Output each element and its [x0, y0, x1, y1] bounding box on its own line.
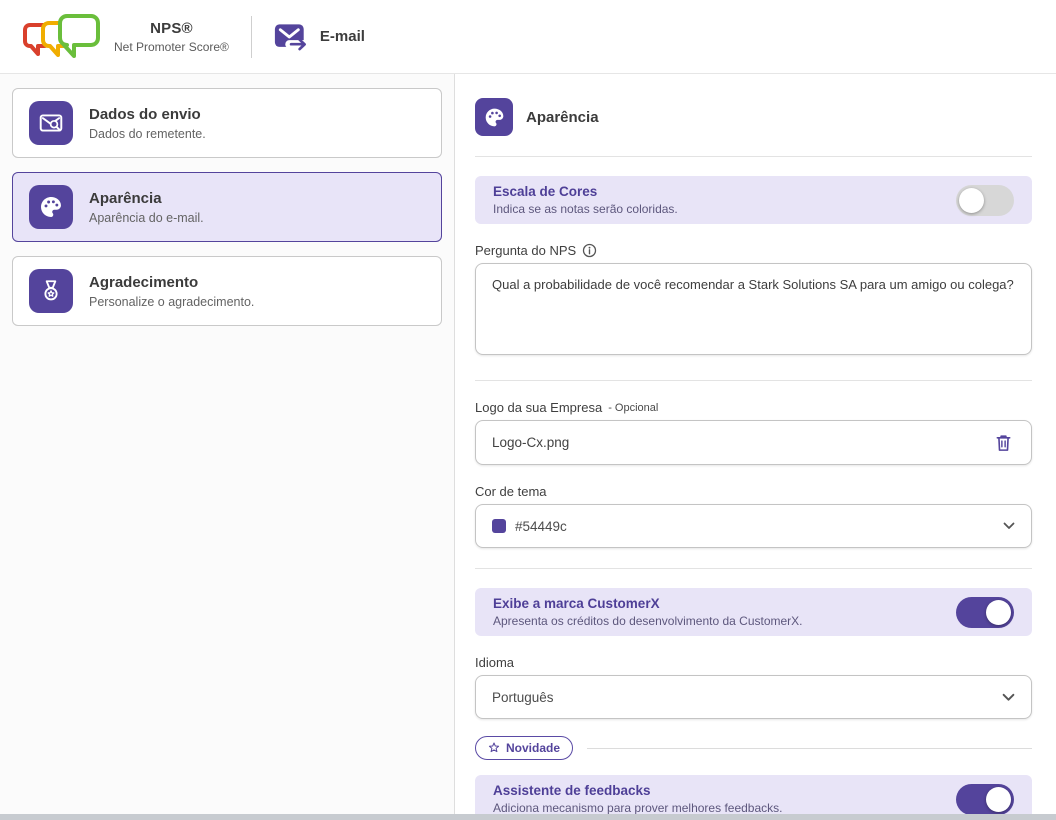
sidebar-item-subtitle: Aparência do e-mail. — [89, 210, 204, 225]
language-value: Português — [492, 689, 554, 705]
company-logo-label: Logo da sua Empresa — [475, 400, 603, 415]
novelty-badge-label: Novidade — [506, 741, 561, 755]
novelty-row: Novidade — [475, 736, 1032, 760]
nps-question-input[interactable]: Qual a probabilidade de você recomendar … — [475, 263, 1032, 355]
theme-color-label: Cor de tema — [475, 484, 547, 499]
assistant-title: Assistente de feedbacks — [493, 783, 651, 798]
badge-divider-line — [587, 747, 1032, 749]
page-title: Aparência — [526, 108, 599, 126]
color-scale-title: Escala de Cores — [493, 184, 598, 199]
language-select[interactable]: Português — [475, 675, 1032, 719]
section-divider — [475, 156, 1032, 157]
sidebar: Dados do envio Dados do remetente. Aparê… — [0, 74, 455, 820]
sidebar-item-title: Aparência — [89, 189, 162, 207]
company-logo-label-row: Logo da sua Empresa - Opcional — [475, 400, 1032, 415]
nps-question-label: Pergunta do NPS — [475, 243, 577, 258]
star-icon — [488, 742, 500, 753]
theme-color-value: #54449c — [515, 518, 567, 534]
chevron-down-icon — [1002, 693, 1015, 701]
color-scale-row: Escala de Cores Indica se as notas serão… — [475, 176, 1032, 224]
delete-logo-button[interactable] — [990, 429, 1017, 457]
send-mail-icon — [274, 23, 310, 50]
sidebar-item-subtitle: Personalize o agradecimento. — [89, 294, 255, 309]
mail-search-icon — [29, 101, 73, 145]
toggle-knob — [959, 187, 984, 213]
sidebar-item-title: Agradecimento — [89, 273, 199, 291]
trash-icon — [996, 434, 1011, 451]
sidebar-item-subtitle: Dados do remetente. — [89, 126, 206, 141]
chevron-down-icon — [1003, 522, 1015, 529]
app-logo-chat-bubbles-icon — [23, 13, 100, 58]
theme-color-swatch — [492, 519, 506, 533]
toggle-knob — [986, 599, 1011, 625]
horizontal-scrollbar[interactable] — [0, 814, 1056, 820]
header-divider — [250, 15, 252, 58]
theme-color-select[interactable]: #54449c — [475, 504, 1032, 548]
toggle-knob — [986, 786, 1011, 812]
info-icon[interactable] — [582, 243, 597, 258]
brand-row: Exibe a marca CustomerX Apresenta os cré… — [475, 588, 1032, 636]
company-logo-filename: Logo-Cx.png — [492, 435, 570, 450]
channel-email[interactable]: E-mail — [274, 21, 365, 53]
nps-title: NPS® — [150, 19, 193, 37]
brand-subtitle: Apresenta os créditos do desenvolvimento… — [493, 614, 803, 628]
company-logo-field[interactable]: Logo-Cx.png — [475, 420, 1032, 465]
palette-icon — [29, 185, 73, 229]
nps-question-label-row: Pergunta do NPS — [475, 243, 1032, 258]
medal-icon — [29, 269, 73, 313]
assistant-toggle[interactable] — [956, 783, 1014, 815]
color-scale-subtitle: Indica se as notas serão coloridas. — [493, 202, 678, 216]
channel-label: E-mail — [319, 28, 365, 45]
theme-color-label-row: Cor de tema — [475, 484, 1032, 499]
novelty-badge: Novidade — [475, 736, 574, 760]
section-divider — [475, 380, 1032, 381]
main-layout: Dados do envio Dados do remetente. Aparê… — [0, 74, 1056, 820]
language-label: Idioma — [475, 655, 515, 670]
brand-title: Exibe a marca CustomerX — [493, 596, 660, 611]
language-label-row: Idioma — [475, 655, 1032, 670]
assistant-subtitle: Adiciona mecanismo para prover melhores … — [493, 801, 783, 815]
sidebar-item-agradecimento[interactable]: Agradecimento Personalize o agradeciment… — [12, 256, 442, 326]
color-scale-toggle[interactable] — [956, 184, 1014, 216]
sidebar-item-dados-do-envio[interactable]: Dados do envio Dados do remetente. — [12, 88, 442, 158]
brand-toggle[interactable] — [956, 596, 1014, 628]
appearance-panel: Aparência Escala de Cores Indica se as n… — [455, 74, 1056, 820]
nps-subtitle: Net Promoter Score® — [114, 39, 229, 54]
sidebar-item-aparencia[interactable]: Aparência Aparência do e-mail. — [12, 172, 442, 242]
sidebar-item-title: Dados do envio — [89, 105, 201, 123]
panel-header: Aparência — [475, 98, 1032, 136]
palette-icon — [475, 98, 513, 136]
nps-branding: NPS® Net Promoter Score® — [114, 20, 229, 54]
optional-label: - Opcional — [608, 401, 659, 414]
app-header: NPS® Net Promoter Score® E-mail — [0, 0, 1056, 74]
section-divider — [475, 568, 1032, 569]
